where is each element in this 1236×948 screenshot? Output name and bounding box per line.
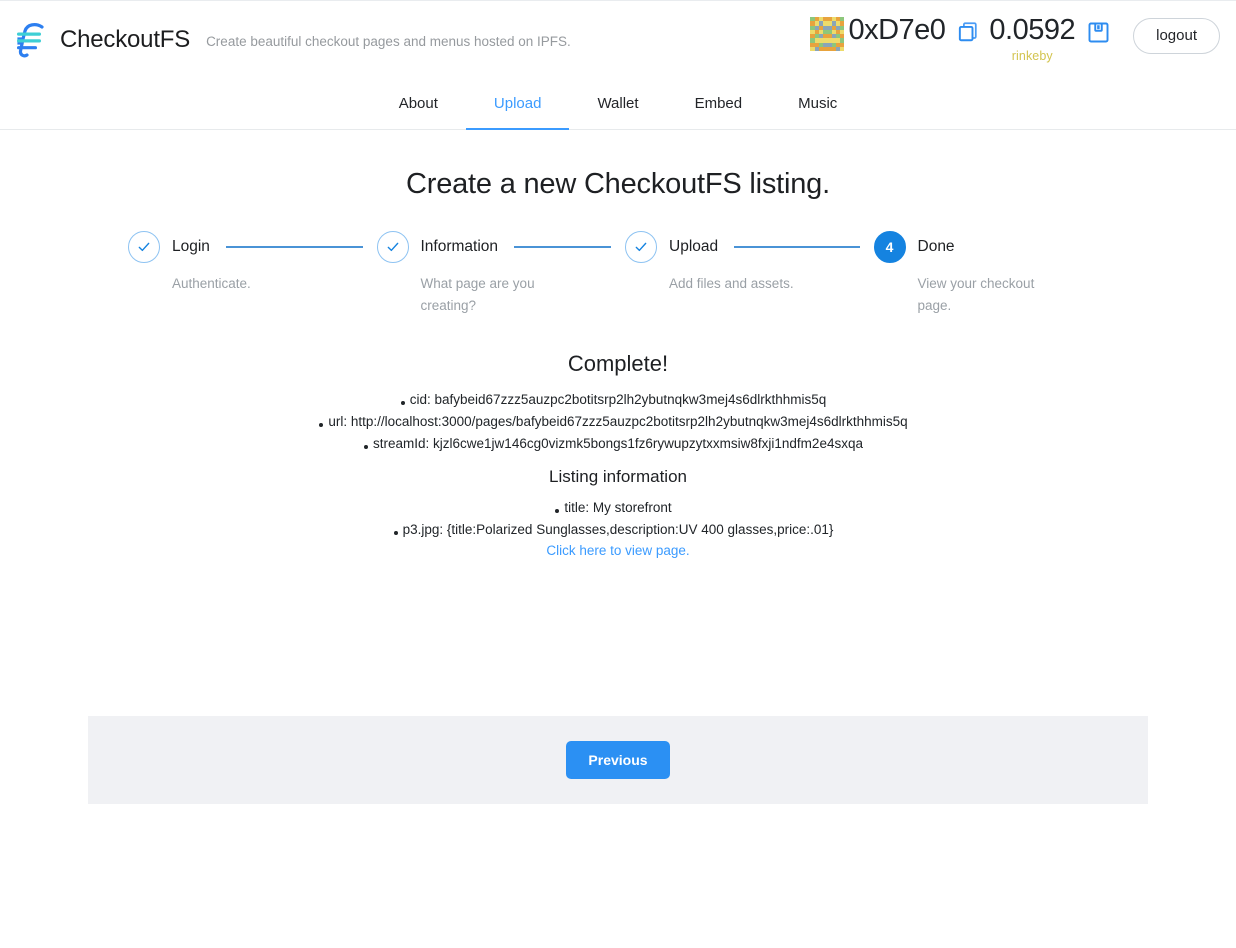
check-icon (128, 231, 160, 263)
result-list-item-text: url: http://localhost:3000/pages/bafybei… (328, 414, 908, 429)
step-header: Upload (625, 231, 874, 263)
step-label: Done (917, 238, 955, 255)
step-done[interactable]: 4 Done View your checkout page. (873, 231, 1123, 317)
listing-info-heading: Listing information (549, 467, 687, 486)
result-list-item-text: cid: bafybeid67zzz5auzpc2botitsrp2lh2ybu… (409, 392, 827, 407)
nav-item-label: Embed (694, 94, 743, 112)
step-label: Upload (669, 238, 719, 255)
identicon-cell (840, 46, 845, 51)
brand: CheckoutFS Create beautiful checkout pag… (14, 22, 571, 58)
network-label: rinkeby (1011, 49, 1053, 63)
save-floppy-icon[interactable] (1085, 15, 1111, 49)
step-information[interactable]: Information What page are you creating? (376, 231, 626, 317)
nav-item-wallet[interactable]: Wallet (569, 78, 666, 130)
nav-item-music[interactable]: Music (770, 78, 865, 130)
result-list-item: cid: bafybeid67zzz5auzpc2botitsrp2lh2ybu… (238, 389, 998, 411)
step-header: Information (376, 231, 626, 263)
listing-list-item-text: p3.jpg: {title:Polarized Sunglasses,desc… (402, 522, 834, 537)
listing-info-list: title: My storefront p3.jpg: {title:Polar… (238, 497, 998, 541)
step-label: Information (420, 238, 499, 255)
nav-item-label: Upload (493, 94, 542, 112)
main-nav: About Upload Wallet Embed Music (0, 78, 1236, 130)
listing-list-item-text: title: My storefront (564, 500, 672, 515)
previous-button[interactable]: Previous (566, 741, 670, 779)
step-description: Add files and assets. (669, 276, 794, 291)
step-description: Authenticate. (172, 276, 251, 291)
wallet-balance: 0.0592 (989, 14, 1076, 46)
step-header: Login (128, 231, 377, 263)
step-upload[interactable]: Upload Add files and assets. (625, 231, 874, 317)
copy-icon[interactable] (955, 15, 981, 49)
nav-item-label: Wallet (597, 94, 639, 112)
checkoutfs-f-logo-icon (14, 22, 48, 58)
check-icon (625, 231, 657, 263)
step-header: 4 Done (873, 231, 1123, 263)
step-connector (514, 246, 611, 248)
listing-list-item: p3.jpg: {title:Polarized Sunglasses,desc… (238, 519, 998, 541)
nav-item-embed[interactable]: Embed (667, 78, 771, 130)
brand-tagline: Create beautiful checkout pages and menu… (206, 33, 571, 49)
step-number-badge: 4 (873, 231, 906, 263)
step-login[interactable]: Login Authenticate. (128, 231, 377, 317)
nav-item-label: About (398, 94, 438, 112)
identicon-avatar (810, 17, 845, 51)
result-list-item-text: streamId: kjzl6cwe1jw146cg0vizmk5bongs1f… (373, 436, 863, 451)
brand-name: CheckoutFS (60, 25, 191, 53)
nav-item-about[interactable]: About (371, 78, 466, 130)
step-connector (225, 246, 363, 248)
footer-panel: Previous (88, 716, 1148, 804)
main-content: Create a new CheckoutFS listing. Login Au… (0, 130, 1236, 804)
account-bar: 0xD7e0 0.0592 rinkeby logout (810, 13, 1220, 63)
step-description: What page are you creating? (420, 276, 535, 313)
listing-list-item: title: My storefront (238, 497, 998, 519)
result-info-list: cid: bafybeid67zzz5auzpc2botitsrp2lh2ybu… (238, 389, 998, 455)
page-title: Create a new CheckoutFS listing. (406, 168, 830, 200)
app-header: CheckoutFS Create beautiful checkout pag… (0, 0, 1236, 78)
nav-item-upload[interactable]: Upload (465, 78, 570, 130)
balance-block: 0.0592 rinkeby (989, 13, 1075, 63)
result-list-item: url: http://localhost:3000/pages/bafybei… (238, 411, 998, 433)
complete-heading: Complete! (567, 351, 669, 376)
check-icon (376, 231, 409, 263)
step-label: Login (172, 238, 210, 255)
step-connector (734, 246, 860, 248)
step-description: View your checkout page. (917, 276, 1035, 313)
result-list-item: streamId: kjzl6cwe1jw146cg0vizmk5bongs1f… (238, 433, 998, 455)
wallet-address: 0xD7e0 (848, 14, 946, 46)
logout-button[interactable]: logout (1133, 18, 1220, 54)
progress-stepper: Login Authenticate. Information What page a… (114, 231, 1122, 317)
view-page-link[interactable]: Click here to view page. (0, 543, 1236, 558)
nav-item-label: Music (798, 94, 838, 112)
